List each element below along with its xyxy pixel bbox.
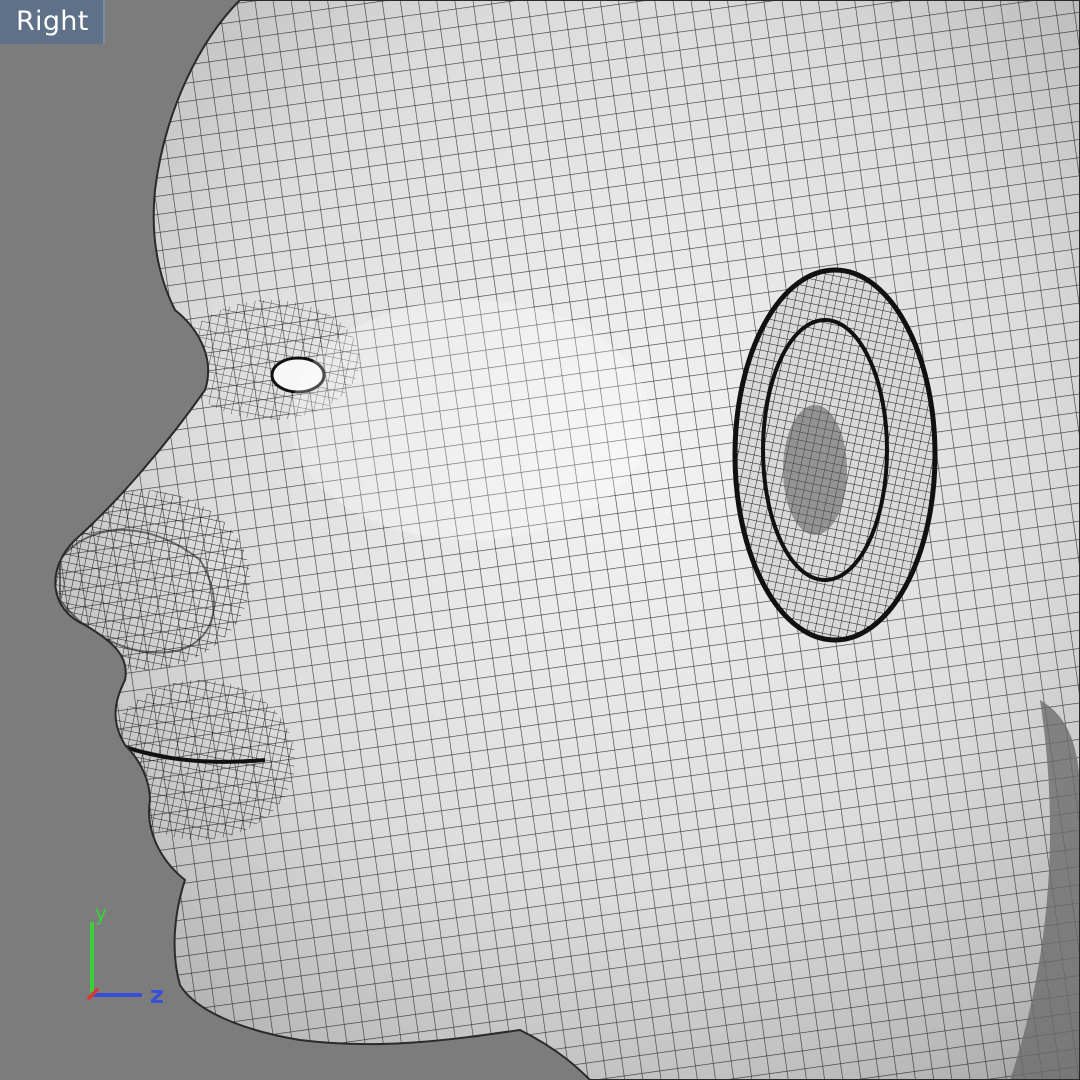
y-axis-label: y: [95, 901, 107, 925]
viewport-right[interactable]: Right y z: [0, 0, 1080, 1080]
axis-gizmo: y z: [86, 901, 164, 1009]
viewport-view-label[interactable]: Right: [0, 0, 105, 44]
z-axis-label: z: [150, 981, 164, 1009]
